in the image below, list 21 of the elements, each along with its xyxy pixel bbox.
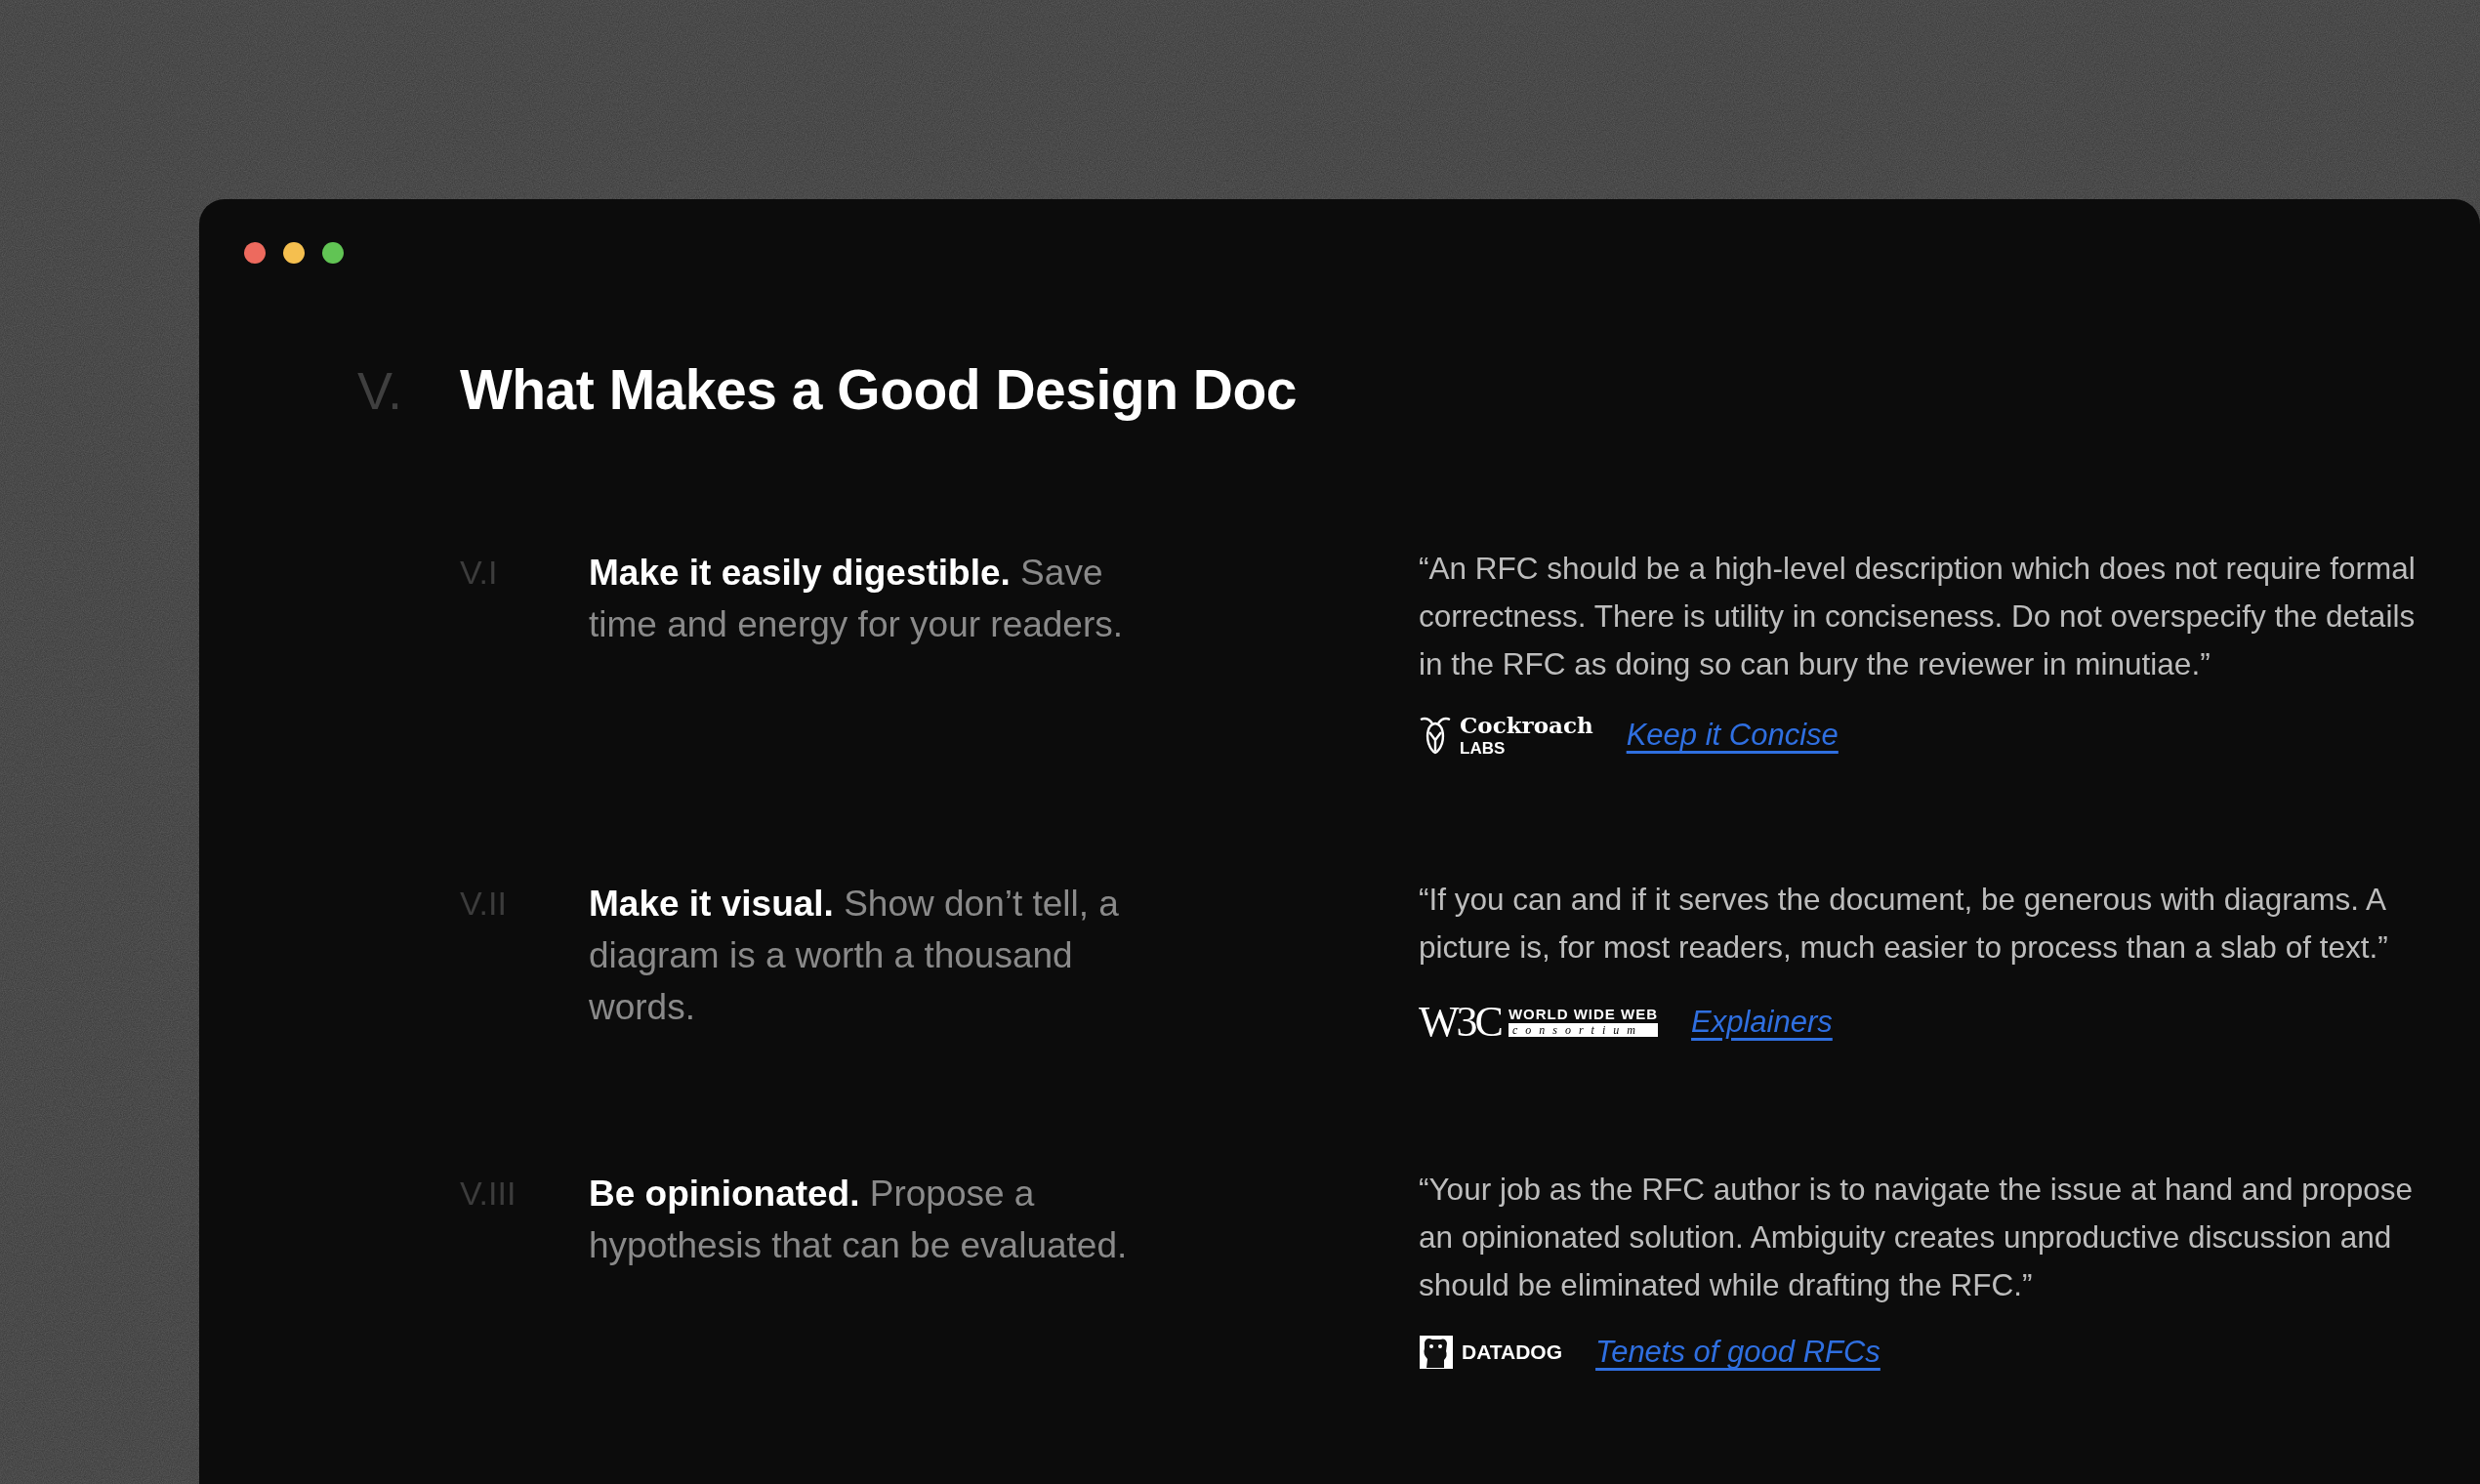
logo-tagline: consortium	[1508, 1023, 1659, 1037]
quote-text: “Your job as the RFC author is to navigate the issue at hand and propose an opinionated solution. Ambiguity creates unproductive discussion and should be eliminated while drafting the RFC.”	[1419, 1171, 2414, 1304]
dog-icon	[1419, 1335, 1454, 1370]
window-control-dot[interactable]	[283, 242, 305, 264]
quote-text: “An RFC should be a high-level description which does not require formal correctness. There is utility in conciseness. Do not overspecify the details in the RFC as doing so can bury the reviewer in minutiae.”	[1419, 550, 2417, 683]
page-heading: What Makes a Good Design Doc	[460, 357, 1297, 422]
quote-text: “If you can and if it serves the document, be generous with diagrams. A picture is, for most readers, much easier to process than a slab of text.”	[1419, 881, 2389, 967]
principle-text: Make it easily digestible. Save time and energy for your readers.	[589, 552, 1125, 646]
logo-wordmark: DATADOG	[1462, 1340, 1563, 1364]
principle-text: Be opinionated. Propose a hypothesis that can be evaluated.	[589, 1173, 1129, 1267]
source-link[interactable]: Tenets of good RFCs	[1595, 1335, 1881, 1370]
principle-text: Make it visual. Show don’t tell, a diagram is a worth a thousand words.	[589, 883, 1120, 1029]
logo-wordmark: Cockroach	[1460, 714, 1593, 736]
cockroach-icon	[1419, 716, 1452, 755]
logo-subtitle: LABS	[1460, 740, 1507, 757]
logo-wordmark: W3C	[1419, 997, 1501, 1047]
logo-subtitle: WORLD WIDE WEB	[1508, 1007, 1659, 1021]
source-link[interactable]: Keep it Concise	[1626, 718, 1839, 753]
window-control-dot[interactable]	[244, 242, 266, 264]
window-control-dot[interactable]	[322, 242, 344, 264]
source-link[interactable]: Explainers	[1691, 1004, 1833, 1040]
